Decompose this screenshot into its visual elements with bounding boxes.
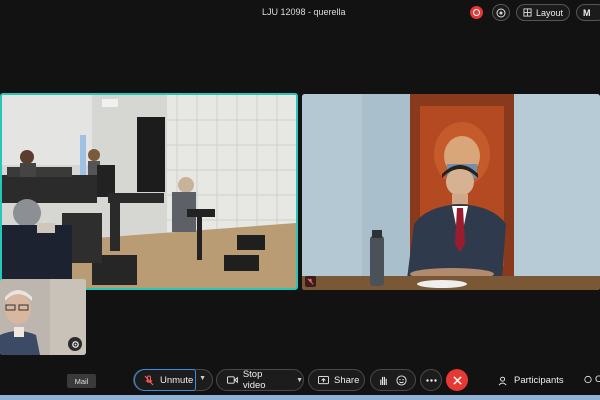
more-dots-icon [425,378,437,382]
share-screen-icon [318,375,329,384]
video-tile-courtroom[interactable] [0,93,298,290]
self-view-settings-button[interactable] [68,337,82,351]
stop-video-label: Stop video [242,369,266,391]
muted-mic-icon [305,276,316,287]
gear-icon [71,340,79,348]
smiley-icon [396,374,407,386]
layout-icon [523,8,532,17]
recording-indicator-icon[interactable] [470,6,483,19]
unmute-button[interactable]: Unmute ▼ [133,369,213,391]
self-view-tile[interactable] [0,279,86,355]
share-label: Share [334,374,360,386]
close-icon [452,375,462,385]
unmute-focus-ring [134,369,196,391]
participants-icon [498,376,507,385]
chat-button[interactable]: C [584,374,600,385]
layout-button[interactable]: Layout [516,4,570,21]
video-camera-icon [227,376,238,384]
more-top-label: M [583,7,591,18]
chat-label: C [595,374,600,385]
raise-hand-icon [380,376,387,385]
meeting-title: LJU 12098 - querella [262,7,346,17]
leave-meeting-button[interactable] [446,369,468,391]
reactions-icon [496,8,506,17]
video-tile-official[interactable] [302,94,600,290]
top-bar: LJU 12098 - querella Layout M [0,0,600,26]
stop-video-button[interactable]: Stop video ▼ [216,369,304,391]
hand-and-reaction-group [370,369,416,391]
meeting-controls-bar: Unmute ▼ Stop video ▼ Share Participants… [0,366,600,394]
reactions-emoji-button[interactable] [396,374,407,386]
share-button[interactable]: Share [308,369,365,391]
layout-label: Layout [535,7,564,18]
reactions-button[interactable] [492,4,510,21]
official-video-feed [302,94,600,290]
more-top-button[interactable]: M [576,4,600,21]
raise-hand-button[interactable] [379,375,388,386]
bottom-status-strip [0,395,600,400]
video-options-chevron-down-icon[interactable]: ▼ [296,377,303,384]
participants-label: Participants [514,375,564,386]
unmute-options-chevron-down-icon[interactable]: ▼ [199,375,206,382]
participants-button[interactable]: Participants [498,375,564,386]
more-options-button[interactable] [420,369,442,391]
chat-icon [584,375,592,384]
courtroom-video-feed [2,95,296,288]
